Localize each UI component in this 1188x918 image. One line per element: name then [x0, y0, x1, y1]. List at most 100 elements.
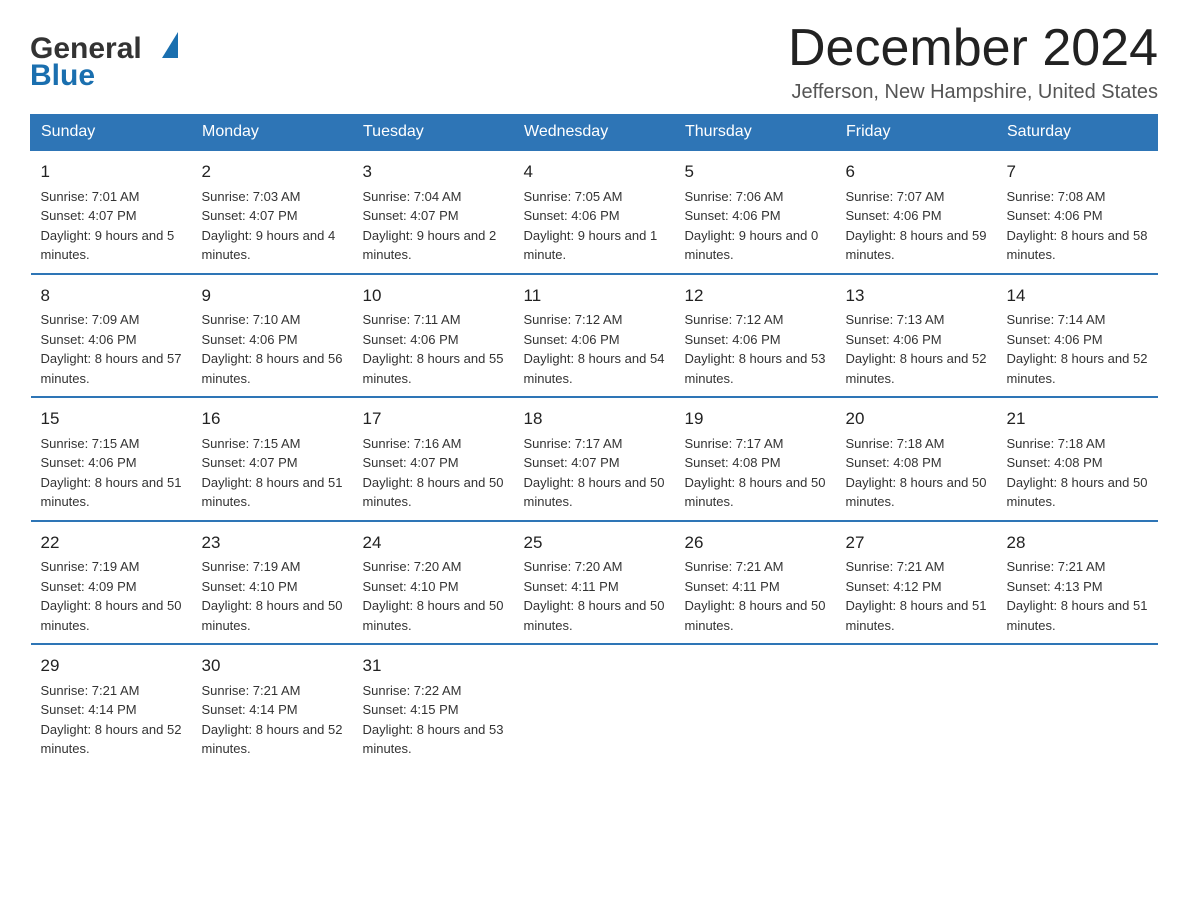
- day-info: Sunrise: 7:06 AMSunset: 4:06 PMDaylight:…: [685, 189, 819, 263]
- day-info: Sunrise: 7:05 AMSunset: 4:06 PMDaylight:…: [524, 189, 658, 263]
- day-number: 7: [1007, 159, 1148, 185]
- day-cell: 22 Sunrise: 7:19 AMSunset: 4:09 PMDaylig…: [31, 521, 192, 645]
- day-number: 17: [363, 406, 504, 432]
- weekday-header-sunday: Sunday: [31, 115, 192, 151]
- day-cell: 5 Sunrise: 7:06 AMSunset: 4:06 PMDayligh…: [675, 150, 836, 274]
- logo-svg: General Blue: [30, 20, 190, 100]
- day-number: 8: [41, 283, 182, 309]
- day-cell: 23 Sunrise: 7:19 AMSunset: 4:10 PMDaylig…: [192, 521, 353, 645]
- title-block: December 2024 Jefferson, New Hampshire, …: [788, 20, 1158, 104]
- month-title: December 2024: [788, 20, 1158, 77]
- day-cell: 7 Sunrise: 7:08 AMSunset: 4:06 PMDayligh…: [997, 150, 1158, 274]
- day-cell: 17 Sunrise: 7:16 AMSunset: 4:07 PMDaylig…: [353, 397, 514, 521]
- day-info: Sunrise: 7:15 AMSunset: 4:06 PMDaylight:…: [41, 436, 182, 510]
- day-number: 1: [41, 159, 182, 185]
- day-number: 25: [524, 530, 665, 556]
- day-info: Sunrise: 7:07 AMSunset: 4:06 PMDaylight:…: [846, 189, 987, 263]
- day-cell: 6 Sunrise: 7:07 AMSunset: 4:06 PMDayligh…: [836, 150, 997, 274]
- day-info: Sunrise: 7:13 AMSunset: 4:06 PMDaylight:…: [846, 312, 987, 386]
- day-number: 15: [41, 406, 182, 432]
- day-cell: 18 Sunrise: 7:17 AMSunset: 4:07 PMDaylig…: [514, 397, 675, 521]
- day-info: Sunrise: 7:21 AMSunset: 4:11 PMDaylight:…: [685, 559, 826, 633]
- day-info: Sunrise: 7:01 AMSunset: 4:07 PMDaylight:…: [41, 189, 175, 263]
- day-number: 20: [846, 406, 987, 432]
- day-info: Sunrise: 7:21 AMSunset: 4:14 PMDaylight:…: [41, 683, 182, 757]
- day-info: Sunrise: 7:03 AMSunset: 4:07 PMDaylight:…: [202, 189, 336, 263]
- weekday-header-friday: Friday: [836, 115, 997, 151]
- day-info: Sunrise: 7:12 AMSunset: 4:06 PMDaylight:…: [524, 312, 665, 386]
- day-number: 3: [363, 159, 504, 185]
- day-cell: 15 Sunrise: 7:15 AMSunset: 4:06 PMDaylig…: [31, 397, 192, 521]
- page-header: General Blue December 2024 Jefferson, Ne…: [30, 20, 1158, 104]
- day-cell: 8 Sunrise: 7:09 AMSunset: 4:06 PMDayligh…: [31, 274, 192, 398]
- day-number: 18: [524, 406, 665, 432]
- day-cell: 25 Sunrise: 7:20 AMSunset: 4:11 PMDaylig…: [514, 521, 675, 645]
- day-number: 23: [202, 530, 343, 556]
- day-number: 9: [202, 283, 343, 309]
- day-cell: 29 Sunrise: 7:21 AMSunset: 4:14 PMDaylig…: [31, 644, 192, 767]
- logo: General Blue: [30, 20, 190, 100]
- day-cell: 3 Sunrise: 7:04 AMSunset: 4:07 PMDayligh…: [353, 150, 514, 274]
- day-number: 30: [202, 653, 343, 679]
- day-number: 2: [202, 159, 343, 185]
- day-cell: [514, 644, 675, 767]
- day-info: Sunrise: 7:17 AMSunset: 4:08 PMDaylight:…: [685, 436, 826, 510]
- day-number: 22: [41, 530, 182, 556]
- day-cell: 21 Sunrise: 7:18 AMSunset: 4:08 PMDaylig…: [997, 397, 1158, 521]
- day-info: Sunrise: 7:16 AMSunset: 4:07 PMDaylight:…: [363, 436, 504, 510]
- day-number: 27: [846, 530, 987, 556]
- day-info: Sunrise: 7:15 AMSunset: 4:07 PMDaylight:…: [202, 436, 343, 510]
- day-cell: 2 Sunrise: 7:03 AMSunset: 4:07 PMDayligh…: [192, 150, 353, 274]
- day-cell: 30 Sunrise: 7:21 AMSunset: 4:14 PMDaylig…: [192, 644, 353, 767]
- day-cell: 19 Sunrise: 7:17 AMSunset: 4:08 PMDaylig…: [675, 397, 836, 521]
- day-info: Sunrise: 7:20 AMSunset: 4:11 PMDaylight:…: [524, 559, 665, 633]
- day-cell: [997, 644, 1158, 767]
- day-cell: 12 Sunrise: 7:12 AMSunset: 4:06 PMDaylig…: [675, 274, 836, 398]
- day-info: Sunrise: 7:10 AMSunset: 4:06 PMDaylight:…: [202, 312, 343, 386]
- day-info: Sunrise: 7:14 AMSunset: 4:06 PMDaylight:…: [1007, 312, 1148, 386]
- day-cell: 13 Sunrise: 7:13 AMSunset: 4:06 PMDaylig…: [836, 274, 997, 398]
- day-info: Sunrise: 7:19 AMSunset: 4:09 PMDaylight:…: [41, 559, 182, 633]
- day-cell: 31 Sunrise: 7:22 AMSunset: 4:15 PMDaylig…: [353, 644, 514, 767]
- day-info: Sunrise: 7:12 AMSunset: 4:06 PMDaylight:…: [685, 312, 826, 386]
- weekday-header-row: SundayMondayTuesdayWednesdayThursdayFrid…: [31, 115, 1158, 151]
- day-number: 16: [202, 406, 343, 432]
- day-info: Sunrise: 7:11 AMSunset: 4:06 PMDaylight:…: [363, 312, 504, 386]
- day-cell: [675, 644, 836, 767]
- day-number: 6: [846, 159, 987, 185]
- day-cell: 20 Sunrise: 7:18 AMSunset: 4:08 PMDaylig…: [836, 397, 997, 521]
- day-cell: 4 Sunrise: 7:05 AMSunset: 4:06 PMDayligh…: [514, 150, 675, 274]
- day-number: 11: [524, 283, 665, 309]
- day-info: Sunrise: 7:18 AMSunset: 4:08 PMDaylight:…: [846, 436, 987, 510]
- week-row-3: 15 Sunrise: 7:15 AMSunset: 4:06 PMDaylig…: [31, 397, 1158, 521]
- day-cell: 27 Sunrise: 7:21 AMSunset: 4:12 PMDaylig…: [836, 521, 997, 645]
- week-row-1: 1 Sunrise: 7:01 AMSunset: 4:07 PMDayligh…: [31, 150, 1158, 274]
- weekday-header-tuesday: Tuesday: [353, 115, 514, 151]
- svg-text:Blue: Blue: [30, 59, 95, 92]
- day-info: Sunrise: 7:22 AMSunset: 4:15 PMDaylight:…: [363, 683, 504, 757]
- calendar-table: SundayMondayTuesdayWednesdayThursdayFrid…: [30, 114, 1158, 767]
- calendar-header: SundayMondayTuesdayWednesdayThursdayFrid…: [31, 115, 1158, 151]
- day-number: 19: [685, 406, 826, 432]
- logo-wordmark: General Blue: [30, 20, 190, 100]
- day-cell: 9 Sunrise: 7:10 AMSunset: 4:06 PMDayligh…: [192, 274, 353, 398]
- week-row-5: 29 Sunrise: 7:21 AMSunset: 4:14 PMDaylig…: [31, 644, 1158, 767]
- day-cell: 28 Sunrise: 7:21 AMSunset: 4:13 PMDaylig…: [997, 521, 1158, 645]
- day-cell: 14 Sunrise: 7:14 AMSunset: 4:06 PMDaylig…: [997, 274, 1158, 398]
- weekday-header-wednesday: Wednesday: [514, 115, 675, 151]
- day-info: Sunrise: 7:17 AMSunset: 4:07 PMDaylight:…: [524, 436, 665, 510]
- day-number: 29: [41, 653, 182, 679]
- weekday-header-monday: Monday: [192, 115, 353, 151]
- weekday-header-thursday: Thursday: [675, 115, 836, 151]
- day-info: Sunrise: 7:18 AMSunset: 4:08 PMDaylight:…: [1007, 436, 1148, 510]
- day-cell: 16 Sunrise: 7:15 AMSunset: 4:07 PMDaylig…: [192, 397, 353, 521]
- day-info: Sunrise: 7:21 AMSunset: 4:13 PMDaylight:…: [1007, 559, 1148, 633]
- day-info: Sunrise: 7:08 AMSunset: 4:06 PMDaylight:…: [1007, 189, 1148, 263]
- day-number: 14: [1007, 283, 1148, 309]
- day-number: 28: [1007, 530, 1148, 556]
- week-row-4: 22 Sunrise: 7:19 AMSunset: 4:09 PMDaylig…: [31, 521, 1158, 645]
- day-cell: 26 Sunrise: 7:21 AMSunset: 4:11 PMDaylig…: [675, 521, 836, 645]
- location: Jefferson, New Hampshire, United States: [788, 81, 1158, 104]
- day-info: Sunrise: 7:09 AMSunset: 4:06 PMDaylight:…: [41, 312, 182, 386]
- day-number: 24: [363, 530, 504, 556]
